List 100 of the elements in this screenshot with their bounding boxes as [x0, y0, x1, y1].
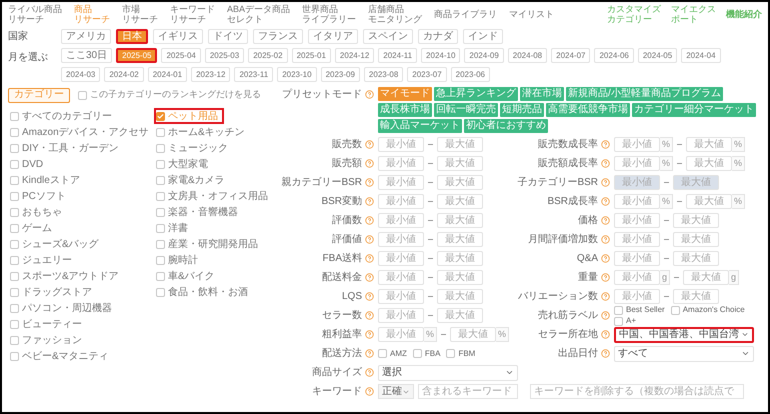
preset-chip[interactable]: 成長株市場 [378, 103, 432, 117]
checkbox[interactable] [10, 192, 19, 200]
number-field[interactable]: 最小値 [614, 270, 660, 285]
filter-chip[interactable]: カナダ [418, 29, 458, 44]
filter-chip[interactable]: 2024-11 [378, 48, 418, 63]
preset-chip[interactable]: 潜在市場 [520, 87, 564, 101]
category-option[interactable]: ジュエリー [8, 252, 78, 268]
number-field[interactable]: 最小値 [378, 175, 424, 190]
checkbox[interactable] [10, 112, 19, 120]
number-field[interactable]: 最大値 [673, 232, 719, 247]
help-icon[interactable] [365, 349, 374, 358]
category-option[interactable]: 大型家電 [154, 156, 214, 172]
keyword-field[interactable]: 含まれるキーワード [418, 384, 518, 399]
number-field[interactable]: 最大値 [437, 175, 483, 190]
help-icon[interactable] [365, 311, 374, 320]
help-icon[interactable] [601, 140, 610, 149]
category-option[interactable]: ホーム&キッチン [154, 124, 251, 140]
number-field[interactable]: 最大値 [437, 137, 483, 152]
number-field[interactable]: 最小値 [614, 194, 660, 209]
checkbox[interactable] [10, 240, 19, 248]
number-field[interactable]: 最大値 [673, 289, 719, 304]
checkbox[interactable] [156, 224, 165, 232]
help-icon[interactable] [601, 330, 610, 339]
filter-chip[interactable]: 2025-03 [204, 48, 244, 63]
checkbox[interactable] [156, 112, 165, 120]
number-field[interactable]: 最大値 [437, 289, 483, 304]
category-option[interactable]: 楽器・音響機器 [154, 204, 244, 220]
checkbox[interactable] [446, 349, 456, 358]
help-icon[interactable] [365, 90, 374, 99]
checkbox[interactable] [412, 349, 422, 358]
help-icon[interactable] [365, 387, 374, 396]
filter-chip[interactable]: 2024-09 [464, 48, 504, 63]
preset-chip[interactable]: 初心者におすすめ [464, 119, 548, 133]
checkbox[interactable] [10, 224, 19, 232]
select-field[interactable]: すべて [614, 346, 754, 362]
filter-chip[interactable]: 2023-10 [277, 67, 317, 82]
filter-chip[interactable]: アメリカ [61, 29, 111, 44]
number-field[interactable]: 最小値 [614, 137, 660, 152]
checkbox[interactable] [10, 336, 19, 344]
checkbox[interactable] [10, 160, 19, 168]
category-option[interactable]: 文房具・オフィス用品 [154, 188, 274, 204]
number-field[interactable]: 最大値 [450, 327, 496, 342]
help-icon[interactable] [365, 216, 374, 225]
help-icon[interactable] [601, 178, 610, 187]
number-field[interactable]: 最大値 [437, 308, 483, 323]
category-option[interactable]: すべてのカテゴリー [8, 108, 118, 124]
checkbox[interactable] [10, 320, 19, 328]
preset-chip[interactable]: 高需要低競争市場 [546, 103, 630, 117]
checkbox[interactable] [10, 288, 19, 296]
filter-chip[interactable]: ここ30日 [61, 48, 112, 63]
help-icon[interactable] [365, 178, 374, 187]
nav-tab[interactable]: 店舗商品 モニタリング [368, 4, 422, 24]
category-option[interactable]: ファッション [8, 332, 88, 348]
number-field[interactable]: 最大値 [686, 194, 732, 209]
help-icon[interactable] [365, 140, 374, 149]
number-field[interactable]: 最大値 [673, 251, 719, 266]
filter-chip[interactable]: 2025-05 [116, 48, 158, 63]
category-option[interactable]: ペット用品 [154, 108, 224, 124]
filter-chip[interactable]: 2023-08 [364, 67, 404, 82]
category-option[interactable]: パソコン・周辺機器 [8, 300, 118, 316]
filter-chip[interactable]: 日本 [116, 29, 148, 44]
preset-chip[interactable]: 急上昇ランキング [434, 87, 518, 101]
help-icon[interactable] [601, 254, 610, 263]
help-icon[interactable] [365, 159, 374, 168]
number-field[interactable]: 最小値 [614, 232, 660, 247]
number-field[interactable]: 最小値 [614, 251, 660, 266]
filter-chip[interactable]: 2024-10 [421, 48, 460, 63]
checkbox[interactable] [156, 128, 165, 136]
preset-chip[interactable]: マイモード [378, 87, 432, 101]
checkbox[interactable] [156, 192, 165, 200]
help-icon[interactable] [365, 254, 374, 263]
filter-chip[interactable]: 2024-05 [638, 48, 678, 63]
number-field[interactable]: 最大値 [437, 194, 483, 209]
filter-chip[interactable]: 2023-12 [191, 67, 230, 82]
help-icon[interactable] [601, 216, 610, 225]
help-icon[interactable] [601, 197, 610, 206]
filter-chip[interactable]: 2024-08 [508, 48, 548, 63]
checkbox[interactable] [78, 90, 87, 100]
number-field[interactable]: 最小値 [378, 327, 424, 342]
help-icon[interactable] [365, 197, 374, 206]
checkbox[interactable] [10, 208, 19, 216]
checkbox[interactable] [156, 176, 165, 184]
number-field[interactable]: 最小値 [378, 156, 424, 171]
checkbox[interactable] [156, 256, 165, 264]
help-icon[interactable] [365, 235, 374, 244]
checkbox[interactable] [10, 272, 19, 280]
filter-chip[interactable]: 2023-11 [234, 67, 274, 82]
select-field[interactable]: 中国、中国香港、中国台湾 [614, 326, 754, 342]
preset-chip[interactable]: カテゴリー細分マーケット [632, 103, 756, 117]
nav-link[interactable]: マイエクス ポート [671, 4, 716, 24]
number-field[interactable]: 最小値 [378, 289, 424, 304]
nav-tab[interactable]: 商品ライブラリ [434, 9, 498, 19]
number-field[interactable]: 最大値 [437, 270, 483, 285]
category-option[interactable]: 産業・研究開発用品 [154, 236, 264, 252]
filter-chip[interactable]: 2024-03 [61, 67, 100, 82]
checkbox[interactable] [10, 128, 19, 136]
checkbox[interactable] [156, 144, 165, 152]
select-field[interactable]: 選択 [378, 364, 518, 380]
category-option[interactable]: ドラッグストア [8, 284, 98, 300]
checkbox[interactable] [156, 288, 165, 296]
